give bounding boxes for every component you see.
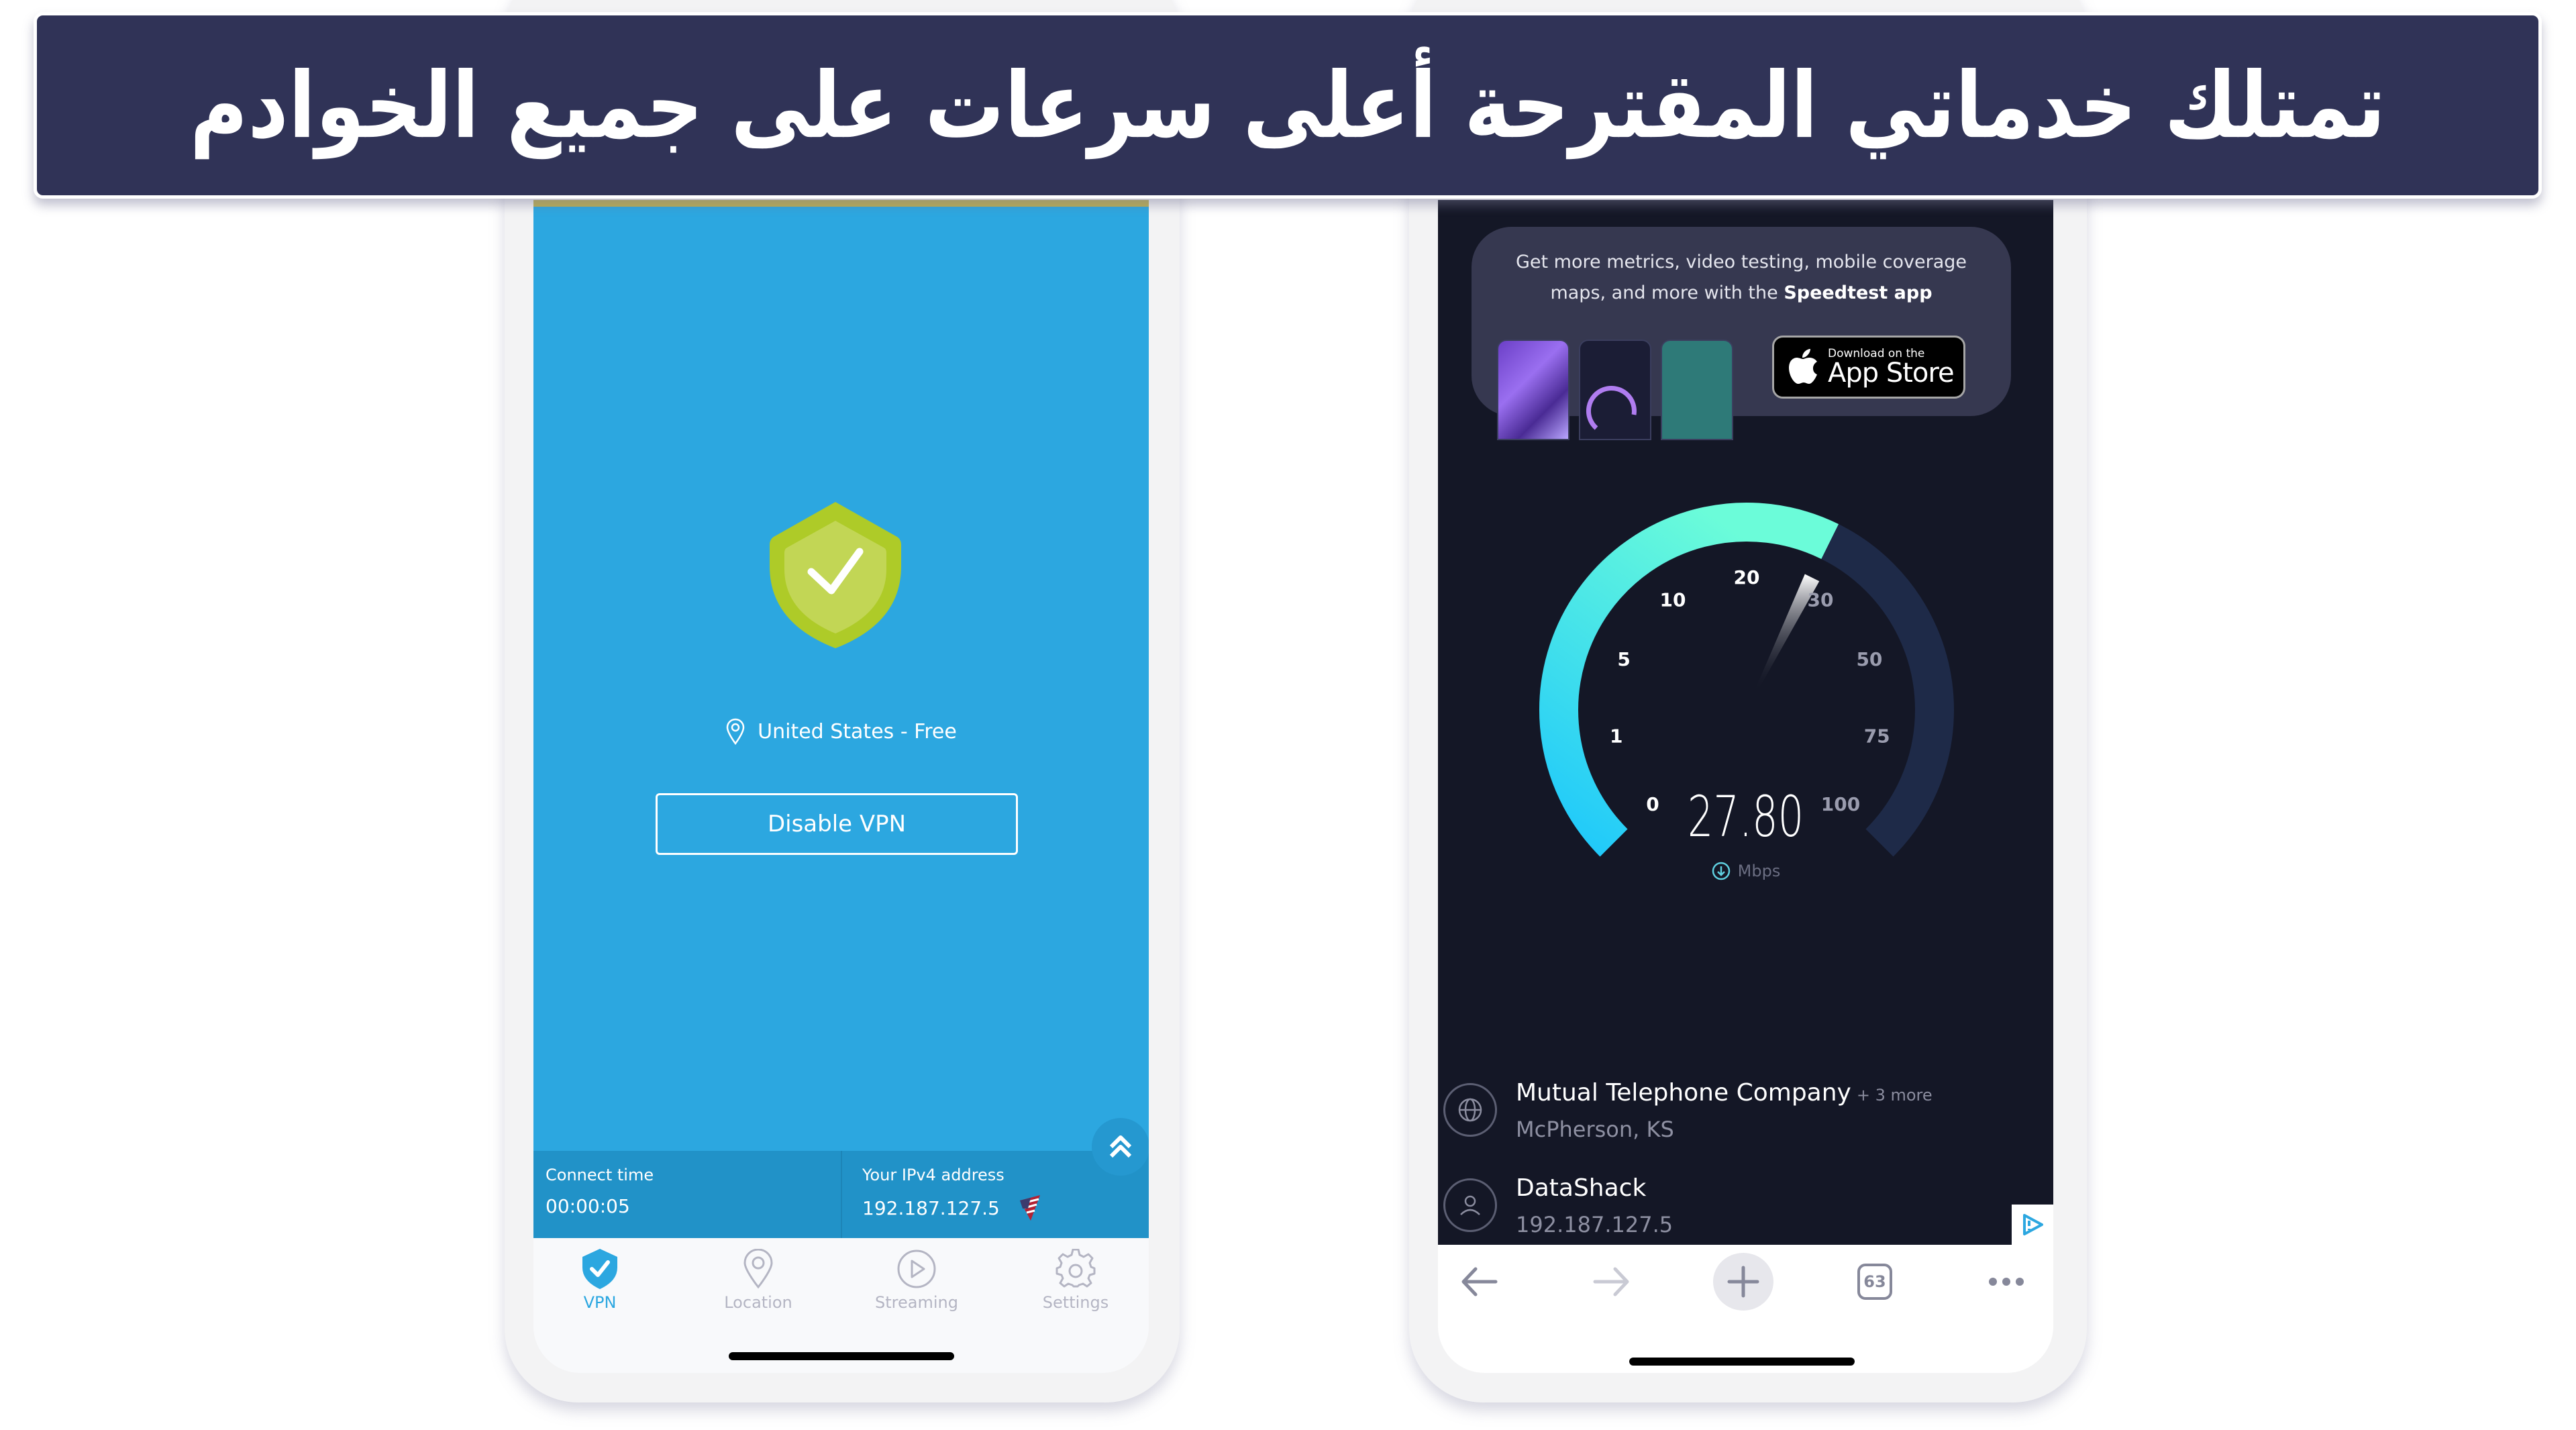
forward-button[interactable] [1578,1252,1645,1312]
more-options-button[interactable] [1973,1252,2040,1312]
connect-time-label: Connect time [546,1166,654,1184]
tab-location[interactable]: Location [705,1249,812,1323]
provider-location: McPherson, KS [1516,1117,1674,1142]
promo-line-1: Get more metrics, video testing, mobile … [1515,252,1967,272]
ad-choices-icon [2023,1214,2043,1235]
browser-toolbar: 63 [1438,1245,2053,1372]
disable-vpn-button[interactable]: Disable VPN [656,793,1018,855]
app-preview-image [1579,340,1651,440]
location-label: United States - Free [758,719,957,744]
gauge-tick-label: 75 [1864,725,1890,748]
gear-icon [1055,1249,1096,1288]
map-pin-icon [726,718,745,745]
speedtest-app-promo: Get more metrics, video testing, mobile … [1472,227,2011,440]
promo-app-name: Speedtest app [1784,283,1933,303]
app-store-download-button[interactable]: Download on the App Store [1772,336,1965,399]
provider-row[interactable]: Mutual Telephone Company + 3 more McPhers… [1443,1079,2047,1153]
ad-choices-button[interactable] [2012,1205,2053,1245]
back-arrow-icon [1461,1267,1498,1296]
tab-label: Location [724,1293,792,1312]
play-circle-icon [897,1249,936,1288]
speed-value: 27.80 [1687,784,1804,850]
provider-name: Mutual Telephone Company [1516,1079,1851,1107]
banner-title: تمتلك خدماتي المقترحة أعلى سرعات على جمي… [189,52,2387,159]
tab-label: Streaming [875,1293,958,1312]
app-preview-image [1497,340,1569,440]
tab-switcher-button[interactable]: 63 [1841,1252,1908,1312]
speedtest-screen: Get more metrics, video testing, mobile … [1438,200,2053,1373]
tab-streaming[interactable]: Streaming [863,1249,970,1323]
double-chevron-up-icon [1109,1135,1132,1158]
tab-settings[interactable]: Settings [1022,1249,1129,1323]
tab-label: Settings [1042,1293,1109,1312]
promo-text: Get more metrics, video testing, mobile … [1472,247,2011,309]
provider-more[interactable]: + 3 more [1857,1086,1933,1105]
connect-time-cell: Connect time 00:00:05 [546,1151,834,1238]
new-tab-button[interactable] [1710,1252,1777,1312]
app-store-big-text: App Store [1828,358,1955,389]
us-flag-icon [1019,1195,1040,1221]
app-preview-image [1661,340,1733,440]
tab-count-icon: 63 [1857,1264,1892,1300]
gauge-tick-label: 1 [1610,725,1622,748]
map-pin-icon [743,1249,773,1289]
connection-info-bar: Connect time 00:00:05 Your IPv4 address … [533,1151,1149,1238]
current-location[interactable]: United States - Free [533,711,1149,752]
speedtest-main-panel: Get more metrics, video testing, mobile … [1438,200,2053,1245]
vpn-main-panel: United States - Free Disable VPN [533,200,1149,1151]
tab-vpn[interactable]: VPN [546,1249,654,1323]
gauge-tick-label: 20 [1734,566,1760,589]
shield-check-icon [582,1249,617,1289]
forward-arrow-icon [1593,1267,1629,1296]
gauge-tick-label: 50 [1856,648,1882,670]
divider [841,1151,842,1238]
ip-address-label: Your IPv4 address [862,1166,1004,1184]
bottom-tab-bar: VPN Location Streaming Settings [533,1238,1149,1372]
gauge-tick-label: 30 [1808,589,1834,611]
shield-check-icon [770,502,901,648]
promo-line-2: maps, and more with the [1550,283,1784,303]
globe-icon [1443,1083,1497,1137]
tab-count: 63 [1863,1272,1886,1291]
tab-label: VPN [583,1293,617,1312]
back-button[interactable] [1446,1252,1513,1312]
download-circle-icon [1712,862,1730,880]
ip-address-value: 192.187.127.5 [862,1196,1000,1219]
host-row[interactable]: DataShack 192.187.127.5 [1443,1174,2047,1248]
gauge-tick-label: 10 [1660,589,1686,611]
speed-unit-label: Mbps [1737,862,1781,880]
gauge-tick-label: 5 [1617,648,1630,670]
title-banner: تمتلك خدماتي المقترحة أعلى سرعات على جمي… [34,12,2542,199]
host-ip: 192.187.127.5 [1516,1212,1673,1237]
home-indicator[interactable] [1629,1358,1855,1366]
connect-time-value: 00:00:05 [546,1195,630,1217]
user-icon [1443,1178,1497,1232]
host-name: DataShack [1516,1174,1647,1202]
new-tab-plus-icon [1727,1266,1759,1298]
more-dots-icon [1989,1278,2024,1286]
status-bar-strip [533,200,1149,207]
expand-panel-button[interactable] [1092,1118,1149,1176]
speed-unit: Mbps [1438,861,2053,881]
apple-logo-icon [1789,349,1817,384]
vpn-app-screen: United States - Free Disable VPN Connect… [533,200,1149,1373]
home-indicator[interactable] [729,1352,954,1360]
